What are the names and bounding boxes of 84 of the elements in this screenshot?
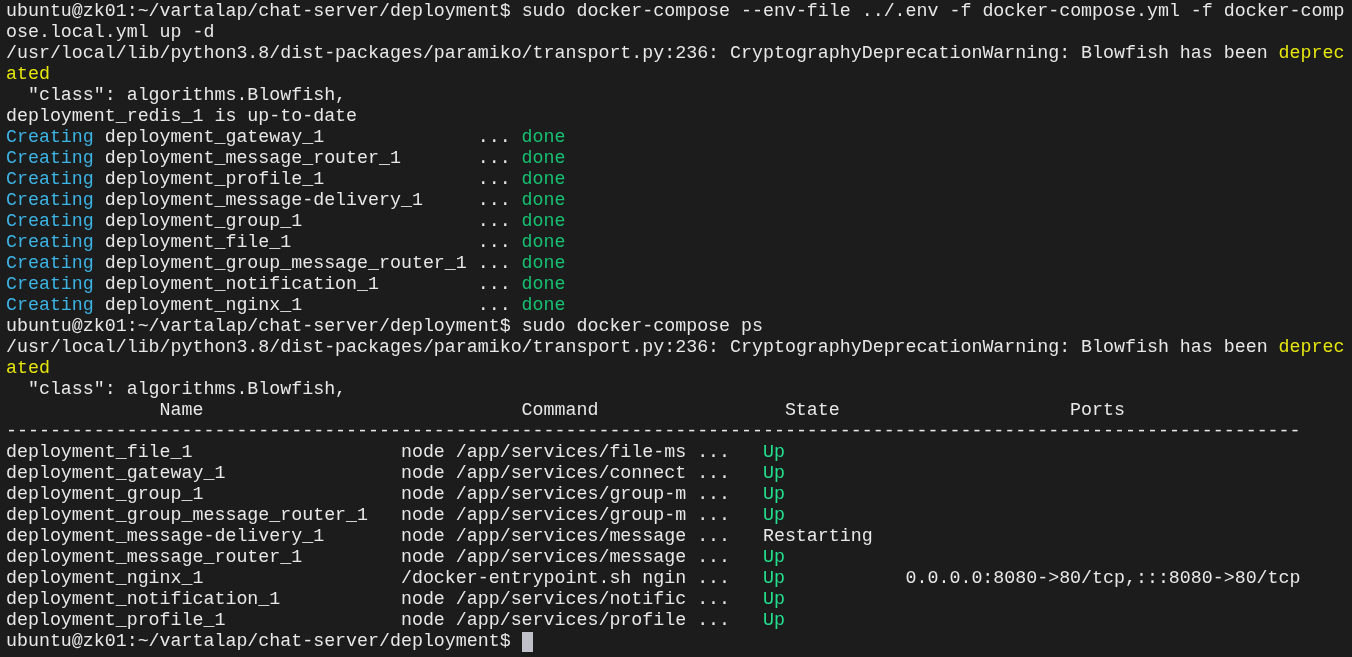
container-state: Up xyxy=(762,442,785,462)
container-name: deployment_group_1 xyxy=(6,484,204,504)
command-text: node /app/services/notific ... xyxy=(400,589,731,609)
container-name: deployment_gateway_1 xyxy=(104,128,326,147)
ellipsis-text: ... xyxy=(477,275,512,294)
status-label: Creating xyxy=(6,254,95,273)
status-label: Creating xyxy=(6,296,95,315)
ports-text: 0.0.0.0:8080->80/tcp,:::8080->80/tcp xyxy=(905,568,1301,588)
ellipsis-text: ... xyxy=(477,191,512,210)
status-label: Creating xyxy=(6,191,95,210)
container-name: deployment_group_1 xyxy=(104,212,304,231)
command-text: node /app/services/connect ... xyxy=(400,463,731,483)
container-name: deployment_message-delivery_1 xyxy=(6,526,325,546)
ellipsis-text: ... xyxy=(477,233,512,252)
status-done: done xyxy=(521,170,567,189)
container-name: deployment_message_router_1 xyxy=(6,547,303,567)
status-label: Creating xyxy=(6,233,95,252)
output-text: /usr/local/lib/python3.8/dist-packages/paramiko/transport.py:236: CryptographyDeprecationWarning: Blowfish has been xyxy=(6,338,1268,357)
command-text: node /app/services/profile ... xyxy=(400,610,731,630)
output-text: "class": algorithms.Blowfish, xyxy=(26,86,347,105)
container-state: Restarting xyxy=(762,526,873,546)
container-name: deployment_profile_1 xyxy=(6,610,226,630)
status-label: Creating xyxy=(6,212,95,231)
status-done: done xyxy=(521,191,567,210)
container-name: deployment_nginx_1 xyxy=(6,568,204,588)
container-name: deployment_nginx_1 xyxy=(104,296,304,315)
divider-rule: ---------------------------------------------------------------------------------------------------------------------- xyxy=(6,422,1301,441)
command-text: node /app/services/group-m ... xyxy=(400,484,731,504)
container-name: deployment_group_message_router_1 xyxy=(104,254,468,273)
ellipsis-text: ... xyxy=(477,212,512,231)
ellipsis-text: ... xyxy=(477,128,512,147)
container-state: Up xyxy=(762,484,785,504)
status-label: Creating xyxy=(6,149,95,168)
status-done: done xyxy=(521,128,567,147)
warning-text: ated xyxy=(6,359,50,378)
ellipsis-text: ... xyxy=(477,149,512,168)
container-name: deployment_message_router_1 xyxy=(104,149,402,168)
container-state: Up xyxy=(762,610,785,630)
command-text: sudo docker-compose --env-file ../.env -f docker-compose.yml -f docker-comp xyxy=(521,2,1345,21)
container-state: Up xyxy=(762,589,785,609)
command-text: node /app/services/message ... xyxy=(400,526,731,546)
output-text: deployment_redis_1 is up-to-date xyxy=(6,107,358,126)
command-text: /docker-entrypoint.sh ngin ... xyxy=(400,568,731,588)
output-text: "class": algorithms.Blowfish, xyxy=(26,380,347,399)
warning-text: deprec xyxy=(1278,44,1345,63)
ellipsis-text: ... xyxy=(477,254,512,273)
container-name: deployment_gateway_1 xyxy=(6,463,226,483)
column-header: Ports xyxy=(1070,400,1125,420)
container-state: Up xyxy=(762,505,785,525)
status-done: done xyxy=(521,149,567,168)
status-label: Creating xyxy=(6,128,95,147)
container-state: Up xyxy=(762,463,785,483)
status-done: done xyxy=(521,233,567,252)
warning-text: ated xyxy=(6,65,50,84)
command-text: node /app/services/message ... xyxy=(400,547,731,567)
container-name: deployment_group_message_router_1 xyxy=(6,505,369,525)
command-text: node /app/services/file-ms ... xyxy=(400,442,731,462)
container-name: deployment_file_1 xyxy=(104,233,293,252)
status-label: Creating xyxy=(6,170,95,189)
container-name: deployment_notification_1 xyxy=(104,275,380,294)
ellipsis-text: ... xyxy=(477,296,512,315)
command-text: node /app/services/group-m ... xyxy=(400,505,731,525)
output-text: ose.local.yml up -d xyxy=(6,23,215,42)
column-header: Name xyxy=(159,400,204,420)
container-state: Up xyxy=(762,547,785,567)
status-done: done xyxy=(521,212,567,231)
container-state: Up xyxy=(762,568,785,588)
container-name: deployment_file_1 xyxy=(6,442,193,462)
container-name: deployment_notification_1 xyxy=(6,589,281,609)
container-name: deployment_message-delivery_1 xyxy=(104,191,424,210)
shell-prompt: ubuntu@zk01:~/vartalap/chat-server/deployment$ xyxy=(6,2,511,21)
status-label: Creating xyxy=(6,275,95,294)
output-text: /usr/local/lib/python3.8/dist-packages/paramiko/transport.py:236: CryptographyDeprecationWarning: Blowfish has been xyxy=(6,44,1268,63)
column-header: State xyxy=(784,400,840,420)
status-done: done xyxy=(521,254,567,273)
status-done: done xyxy=(521,296,567,315)
shell-prompt: ubuntu@zk01:~/vartalap/chat-server/deployment$ xyxy=(6,632,511,651)
container-name: deployment_profile_1 xyxy=(104,170,326,189)
warning-text: deprec xyxy=(1278,338,1345,357)
ellipsis-text: ... xyxy=(477,170,512,189)
shell-prompt: ubuntu@zk01:~/vartalap/chat-server/deployment$ xyxy=(6,317,511,336)
column-header: Command xyxy=(521,400,599,420)
status-done: done xyxy=(521,275,567,294)
command-text: sudo docker-compose ps xyxy=(521,317,763,336)
